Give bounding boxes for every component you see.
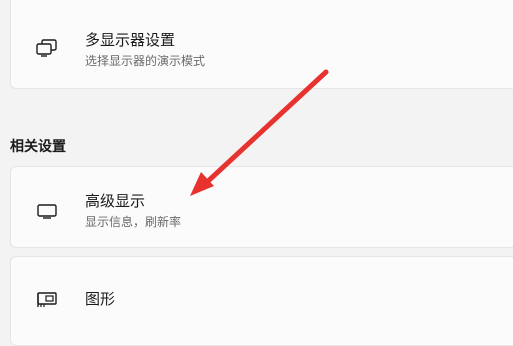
multi-display-icon [35, 36, 59, 60]
graphics-card[interactable]: 图形 [10, 256, 513, 346]
advanced-display-subtitle: 显示信息，刷新率 [85, 215, 182, 229]
multi-display-settings-card[interactable]: 多显示器设置 选择显示器的演示模式 [10, 0, 513, 89]
graphics-card-icon [35, 287, 59, 311]
advanced-display-card[interactable]: 高级显示 显示信息，刷新率 [10, 166, 513, 248]
related-settings-heading: 相关设置 [10, 139, 66, 155]
multi-display-settings-subtitle: 选择显示器的演示模式 [85, 54, 206, 68]
graphics-title: 图形 [85, 290, 116, 308]
monitor-icon [35, 199, 59, 223]
multi-display-settings-title: 多显示器设置 [85, 31, 176, 49]
advanced-display-title: 高级显示 [85, 192, 146, 210]
